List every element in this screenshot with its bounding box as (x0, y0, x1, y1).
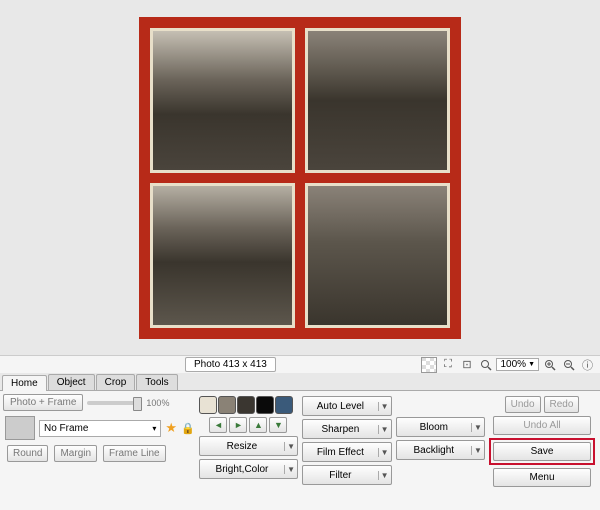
bloom-label: Bloom (397, 422, 471, 433)
zoom-out-icon[interactable] (560, 356, 577, 373)
zoom-value: 100% (500, 359, 526, 370)
bloom-button[interactable]: Bloom▼ (396, 417, 485, 437)
info-bar: Photo 413 x 413 ⛶ ⊡ 100%▼ ⓘ (0, 355, 600, 373)
info-icon[interactable]: ⓘ (579, 356, 596, 373)
tab-bar: Home Object Crop Tools (0, 373, 600, 391)
tab-object[interactable]: Object (48, 374, 95, 390)
filter-label: Filter (303, 470, 377, 481)
resize-label: Resize (200, 441, 284, 452)
collage-cell[interactable] (150, 183, 295, 328)
frame-dropdown-label: No Frame (44, 423, 88, 434)
tab-home[interactable]: Home (2, 375, 47, 391)
round-button[interactable]: Round (7, 445, 48, 462)
controls-panel: Photo + Frame 100% No Frame ▾ ★ 🔒 Round … (0, 391, 600, 510)
redo-button[interactable]: Redo (544, 396, 580, 413)
auto-level-label: Auto Level (303, 401, 377, 412)
menu-button[interactable]: Menu (493, 468, 591, 487)
swatch[interactable] (218, 396, 236, 414)
save-button[interactable]: Save (493, 442, 591, 461)
opacity-slider[interactable] (87, 401, 142, 405)
undo-all-button[interactable]: Undo All (493, 416, 591, 435)
arrow-down-icon[interactable]: ▼ (269, 417, 287, 433)
backlight-label: Backlight (397, 445, 471, 456)
tab-tools[interactable]: Tools (136, 374, 177, 390)
color-swatches (199, 396, 298, 414)
lock-icon[interactable]: 🔒 (181, 422, 195, 435)
fit-selection-icon[interactable]: ⛶ (439, 356, 456, 373)
frame-dropdown[interactable]: No Frame ▾ (39, 420, 161, 437)
resize-button[interactable]: Resize▼ (199, 436, 298, 456)
filter-button[interactable]: Filter▼ (302, 465, 391, 485)
zoom-in-icon[interactable] (541, 356, 558, 373)
swatch[interactable] (199, 396, 217, 414)
zoom-level[interactable]: 100%▼ (496, 358, 539, 371)
fit-screen-icon[interactable]: ⊡ (458, 356, 475, 373)
tab-crop[interactable]: Crop (96, 374, 136, 390)
transparency-icon[interactable] (421, 357, 437, 373)
photo-dimensions: Photo 413 x 413 (185, 357, 276, 372)
swatch[interactable] (237, 396, 255, 414)
photo-collage[interactable] (139, 17, 461, 339)
canvas-area[interactable] (0, 0, 600, 355)
arrow-right-icon[interactable]: ► (229, 417, 247, 433)
undo-button[interactable]: Undo (505, 396, 541, 413)
collage-cell[interactable] (150, 28, 295, 173)
swatch[interactable] (275, 396, 293, 414)
frame-thumbnail (5, 416, 35, 440)
bright-color-button[interactable]: Bright,Color▼ (199, 459, 298, 479)
arrow-up-icon[interactable]: ▲ (249, 417, 267, 433)
film-effect-label: Film Effect (303, 447, 377, 458)
backlight-button[interactable]: Backlight▼ (396, 440, 485, 460)
save-highlight: Save (489, 438, 595, 465)
collage-cell[interactable] (305, 28, 450, 173)
arrow-left-icon[interactable]: ◄ (209, 417, 227, 433)
sharpen-label: Sharpen (303, 424, 377, 435)
photo-frame-button[interactable]: Photo + Frame (3, 394, 83, 411)
swatch[interactable] (256, 396, 274, 414)
collage-cell[interactable] (305, 183, 450, 328)
favorite-icon[interactable]: ★ (165, 420, 177, 436)
auto-level-button[interactable]: Auto Level▼ (302, 396, 391, 416)
zoom-reset-icon[interactable] (477, 356, 494, 373)
sharpen-button[interactable]: Sharpen▼ (302, 419, 391, 439)
opacity-value: 100% (146, 398, 169, 408)
film-effect-button[interactable]: Film Effect▼ (302, 442, 391, 462)
bright-color-label: Bright,Color (200, 464, 284, 475)
margin-button[interactable]: Margin (54, 445, 97, 462)
frameline-button[interactable]: Frame Line (103, 445, 166, 462)
